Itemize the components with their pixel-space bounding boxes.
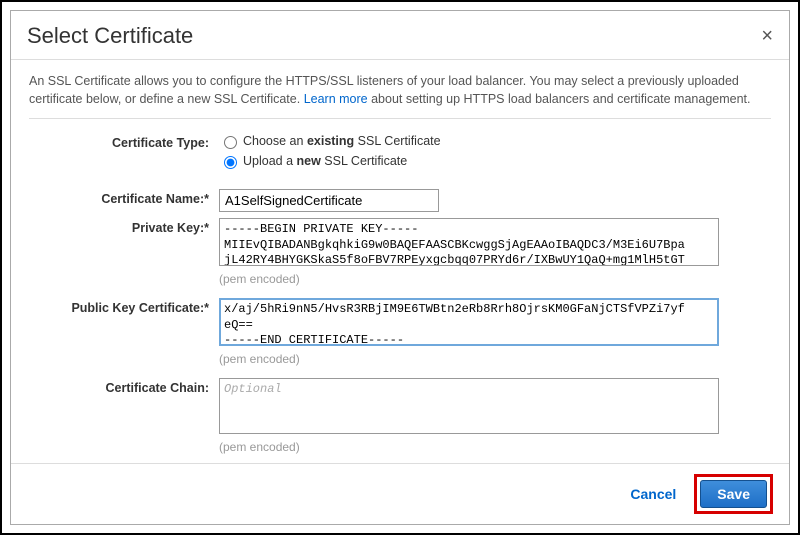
radio-upload-new-label: Upload a new SSL Certificate bbox=[243, 154, 407, 168]
radio-existing[interactable]: Choose an existing SSL Certificate bbox=[219, 133, 771, 149]
row-private-key: Private Key:* -----BEGIN PRIVATE KEY----… bbox=[29, 218, 771, 296]
row-cert-chain: Certificate Chain: (pem encoded) bbox=[29, 378, 771, 463]
modal-body: An SSL Certificate allows you to configu… bbox=[11, 60, 789, 463]
select-certificate-modal: Select Certificate × An SSL Certificate … bbox=[10, 10, 790, 525]
outer-frame: Select Certificate × An SSL Certificate … bbox=[0, 0, 800, 535]
private-key-textarea[interactable]: -----BEGIN PRIVATE KEY----- MIIEvQIBADAN… bbox=[219, 218, 719, 266]
radio-upload-new-input[interactable] bbox=[224, 156, 237, 169]
modal-title: Select Certificate bbox=[27, 23, 193, 49]
certificate-name-input[interactable] bbox=[219, 189, 439, 212]
public-cert-textarea[interactable]: x/aj/5hRi9nN5/HvsR3RBjIM9E6TWBtn2eRb8Rrh… bbox=[219, 298, 719, 346]
field-private-key: -----BEGIN PRIVATE KEY----- MIIEvQIBADAN… bbox=[219, 218, 771, 296]
modal-header: Select Certificate × bbox=[11, 11, 789, 60]
radio-upload-new[interactable]: Upload a new SSL Certificate bbox=[219, 153, 771, 169]
field-public-cert: x/aj/5hRi9nN5/HvsR3RBjIM9E6TWBtn2eRb8Rrh… bbox=[219, 298, 771, 376]
label-cert-type: Certificate Type: bbox=[29, 133, 219, 150]
row-cert-name: Certificate Name:* bbox=[29, 189, 771, 212]
save-highlight: Save bbox=[694, 474, 773, 514]
field-cert-type: Choose an existing SSL Certificate Uploa… bbox=[219, 133, 771, 173]
cancel-button[interactable]: Cancel bbox=[630, 486, 676, 502]
save-button[interactable]: Save bbox=[700, 480, 767, 508]
radio-existing-input[interactable] bbox=[224, 136, 237, 149]
divider bbox=[29, 118, 771, 119]
intro-post: about setting up HTTPS load balancers an… bbox=[368, 92, 751, 106]
label-cert-name: Certificate Name:* bbox=[29, 189, 219, 206]
field-cert-name bbox=[219, 189, 771, 212]
close-icon[interactable]: × bbox=[761, 26, 773, 46]
cert-chain-textarea[interactable] bbox=[219, 378, 719, 434]
intro-text: An SSL Certificate allows you to configu… bbox=[29, 72, 771, 108]
radio-existing-label: Choose an existing SSL Certificate bbox=[243, 134, 441, 148]
learn-more-link[interactable]: Learn more bbox=[304, 92, 368, 106]
field-cert-chain: (pem encoded) bbox=[219, 378, 771, 463]
label-private-key: Private Key:* bbox=[29, 218, 219, 235]
label-cert-chain: Certificate Chain: bbox=[29, 378, 219, 395]
hint-public-cert: (pem encoded) bbox=[219, 352, 771, 366]
modal-footer: Cancel Save bbox=[11, 463, 789, 524]
row-cert-type: Certificate Type: Choose an existing SSL… bbox=[29, 133, 771, 173]
hint-cert-chain: (pem encoded) bbox=[219, 440, 771, 454]
label-public-cert: Public Key Certificate:* bbox=[29, 298, 219, 315]
hint-private-key: (pem encoded) bbox=[219, 272, 771, 286]
row-public-cert: Public Key Certificate:* x/aj/5hRi9nN5/H… bbox=[29, 298, 771, 376]
